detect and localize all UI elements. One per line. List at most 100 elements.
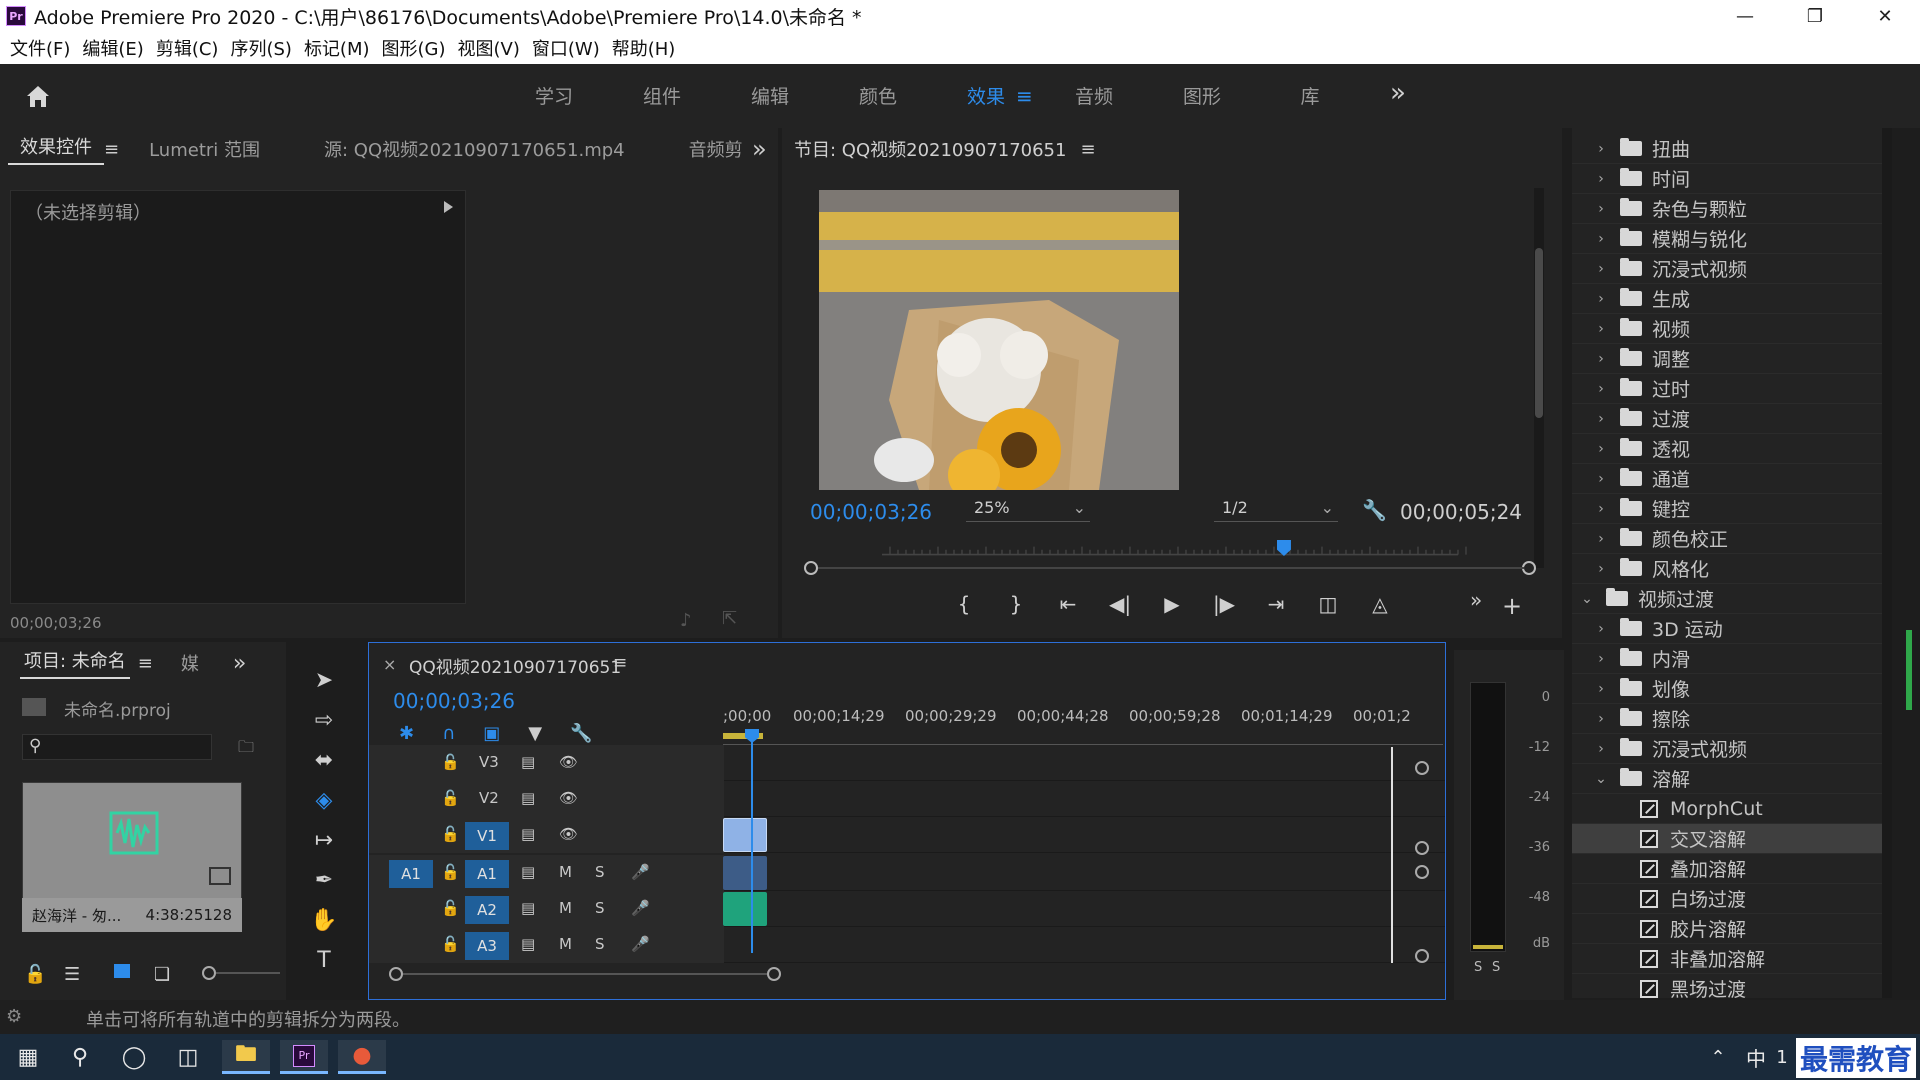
sequence-tab[interactable]: QQ视频20210907170651 — [409, 653, 621, 678]
program-scrub-ruler[interactable] — [810, 545, 1530, 561]
timeline-zoom-start-handle[interactable] — [389, 967, 403, 981]
go-to-out-icon[interactable]: ⇥ — [1250, 592, 1302, 616]
mute-button[interactable]: M — [559, 863, 572, 881]
program-monitor-title[interactable]: 节目: QQ视频20210907170651 — [794, 136, 1066, 162]
new-bin-icon[interactable]: 🗀 — [238, 736, 254, 763]
workspace-tab-assembly[interactable]: 组件 — [608, 82, 716, 109]
razor-tool-icon[interactable]: ◈ — [296, 780, 352, 820]
chevron-down-icon[interactable]: ⌄ — [1580, 591, 1594, 607]
dissolve-transition-item[interactable]: 白场过渡 — [1572, 884, 1892, 914]
audio-scroll-handle[interactable] — [1415, 949, 1429, 963]
transition-folder[interactable]: › 内滑 — [1572, 644, 1892, 674]
lock-icon[interactable]: 🔓 — [24, 964, 46, 985]
slip-tool-icon[interactable]: ↦ — [296, 820, 352, 860]
more-tabs-icon[interactable]: » — [752, 135, 767, 163]
menu-window[interactable]: 窗口(W) — [526, 35, 606, 61]
audio-clip-a1[interactable] — [723, 856, 767, 890]
effect-folder[interactable]: › 时间 — [1572, 164, 1892, 194]
track-lock-icon[interactable]: 🔓 — [441, 863, 460, 881]
track-name-v1[interactable]: V1 — [465, 822, 509, 850]
effect-folder[interactable]: › 杂色与颗粒 — [1572, 194, 1892, 224]
tab-media-browser[interactable]: 媒 — [181, 650, 199, 676]
workspace-tab-editing[interactable]: 编辑 — [716, 82, 824, 109]
video-scroll-handle[interactable] — [1415, 761, 1429, 775]
track-name-a2[interactable]: A2 — [465, 896, 509, 924]
effect-folder[interactable]: › 调整 — [1572, 344, 1892, 374]
track-name-a1[interactable]: A1 — [465, 860, 509, 888]
effect-folder-video-transitions[interactable]: ⌄ 视频过渡 — [1572, 584, 1892, 614]
sync-lock-icon[interactable]: ▤ — [521, 863, 535, 881]
timeline-playhead[interactable] — [751, 729, 753, 953]
wrench-icon[interactable]: 🔧 — [1362, 498, 1387, 522]
mic-icon[interactable]: 🎤 — [631, 935, 650, 953]
play-icon[interactable]: ▶ — [1146, 592, 1198, 616]
track-lock-icon[interactable]: 🔓 — [441, 789, 460, 807]
effect-folder[interactable]: › 颜色校正 — [1572, 524, 1892, 554]
task-view-icon[interactable]: ◫ — [164, 1040, 212, 1074]
export-frame-icon[interactable]: ⇱ — [722, 608, 737, 629]
more-workspaces-icon[interactable]: » — [1390, 78, 1406, 108]
mute-button[interactable]: M — [559, 935, 572, 953]
audio-clip-a2[interactable] — [723, 892, 767, 926]
chevron-right-icon[interactable]: › — [1594, 741, 1608, 757]
meter-solo-left[interactable]: S — [1474, 960, 1482, 975]
dissolve-transition-item[interactable]: 叠加溶解 — [1572, 854, 1892, 884]
solo-button[interactable]: S — [595, 863, 605, 881]
effect-folder[interactable]: › 过渡 — [1572, 404, 1892, 434]
source-patch-a1[interactable]: A1 — [389, 860, 433, 888]
sync-lock-icon[interactable]: ▤ — [521, 935, 535, 953]
workspace-tab-libraries[interactable]: 库 — [1256, 82, 1364, 109]
sync-lock-icon[interactable]: ▤ — [521, 899, 535, 917]
effects-scrollbar[interactable] — [1882, 128, 1892, 998]
effect-folder[interactable]: › 过时 — [1572, 374, 1892, 404]
workspace-tab-graphics[interactable]: 图形 — [1148, 82, 1256, 109]
meter-solo-right[interactable]: S — [1492, 960, 1500, 975]
effect-folder[interactable]: › 透视 — [1572, 434, 1892, 464]
chevron-down-icon[interactable]: ⌄ — [1594, 771, 1608, 787]
extract-icon[interactable]: ◬ — [1354, 592, 1406, 616]
icon-view-icon[interactable] — [114, 964, 130, 978]
type-tool-icon[interactable]: T — [296, 940, 352, 980]
dissolve-transition-item[interactable]: 交叉溶解 — [1572, 824, 1892, 854]
chevron-right-icon[interactable]: › — [1594, 471, 1608, 487]
sync-lock-icon[interactable]: ▤ — [521, 825, 535, 843]
mic-icon[interactable]: 🎤 — [631, 899, 650, 917]
chevron-right-icon[interactable]: › — [1594, 201, 1608, 217]
zoom-slider-handle[interactable] — [202, 966, 216, 980]
button-editor-icon[interactable]: + — [1502, 592, 1522, 620]
chevron-right-icon[interactable]: › — [1594, 231, 1608, 247]
tab-project[interactable]: 项目: 未命名 — [20, 647, 130, 679]
zoom-slider-track[interactable] — [216, 972, 280, 974]
track-lock-icon[interactable]: 🔓 — [441, 935, 460, 953]
dissolve-transition-item[interactable]: MorphCut — [1572, 794, 1892, 824]
step-back-icon[interactable]: ◀| — [1094, 592, 1146, 616]
mark-out-icon[interactable]: } — [990, 592, 1042, 616]
chevron-right-icon[interactable]: › — [1594, 261, 1608, 277]
ripple-edit-tool-icon[interactable]: ⬌ — [296, 740, 352, 780]
pen-tool-icon[interactable]: ✒ — [296, 860, 352, 900]
chevron-right-icon[interactable]: › — [1594, 561, 1608, 577]
effect-folder[interactable]: › 视频 — [1572, 314, 1892, 344]
chevron-right-icon[interactable]: › — [1594, 411, 1608, 427]
mute-button[interactable]: M — [559, 899, 572, 917]
video-scroll-handle[interactable] — [1415, 841, 1429, 855]
workspace-tab-audio[interactable]: 音频 — [1040, 82, 1148, 109]
menu-graphics[interactable]: 图形(G) — [376, 35, 452, 61]
track-select-tool-icon[interactable]: ⇨ — [296, 700, 352, 740]
recorder-app-icon[interactable]: ● — [338, 1040, 386, 1074]
dissolve-transition-item[interactable]: 胶片溶解 — [1572, 914, 1892, 944]
menu-edit[interactable]: 编辑(E) — [76, 35, 149, 61]
linked-selection-icon[interactable]: ▣ — [483, 723, 500, 744]
tab-audio-clip[interactable]: 音频剪 — [677, 136, 755, 162]
file-explorer-icon[interactable]: 🖿 — [222, 1040, 270, 1074]
track-lock-icon[interactable]: 🔓 — [441, 825, 460, 843]
cortana-icon[interactable]: ◯ — [110, 1040, 158, 1074]
list-view-icon[interactable]: ☰ — [64, 964, 80, 985]
track-name-a3[interactable]: A3 — [465, 932, 509, 960]
range-end-handle[interactable] — [1522, 561, 1536, 575]
menu-file[interactable]: 文件(F) — [4, 35, 76, 61]
close-button[interactable]: ✕ — [1850, 0, 1920, 32]
sync-lock-icon[interactable]: ▤ — [521, 753, 535, 771]
nest-icon[interactable]: ✱ — [399, 723, 414, 744]
sequence-menu-icon[interactable]: ≡ — [613, 653, 627, 673]
